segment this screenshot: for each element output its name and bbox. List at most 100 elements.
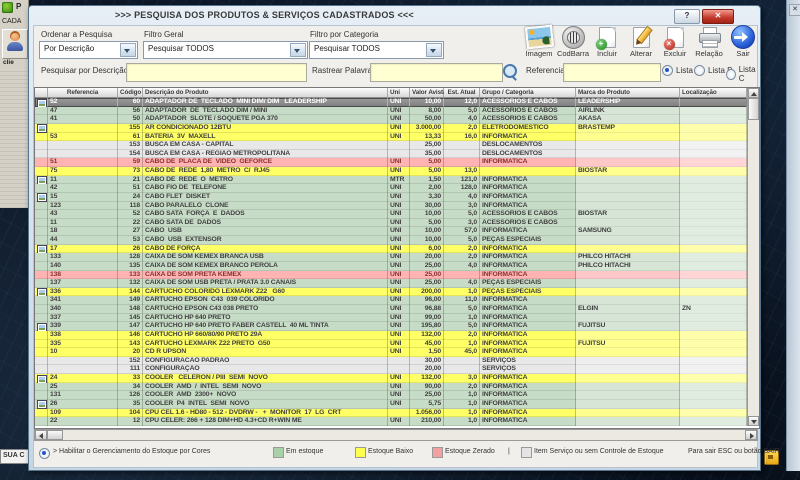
column-header-ref[interactable]: Referencia [48,88,118,98]
stock-colors-toggle[interactable] [39,448,50,459]
table-row[interactable]: 17 26 CABO DE FORÇA UNI 6,00 2,0 INFORMATICA [35,244,747,254]
table-row[interactable]: 26 35 COOLER P4 INTEL SEMI NOVO UNI 5,75 1,0 I… [35,399,747,409]
column-header-icon[interactable] [35,88,48,98]
v-scroll-thumb[interactable] [748,98,759,120]
cell-cod: 60 [118,98,143,107]
referencia-input[interactable] [563,63,661,82]
column-header-cod[interactable]: Código [118,88,143,98]
ordenar-dropdown[interactable]: Por Descrição [39,41,138,59]
filtro-geral-dropdown[interactable]: Pesquisar TODOS [143,41,308,59]
menu-cadastros[interactable]: CADA [2,18,21,25]
imagem-button[interactable]: Imagem [522,24,556,62]
cell-grupo: DESLOCAMENTOS [480,141,576,150]
table-row[interactable]: 41 50 ADAPTADOR SLOTE / SOQUETE PGA 370 UNI… [35,115,747,124]
v-scrollbar[interactable] [747,88,759,426]
table-row[interactable]: 43 52 CABO SATA FORÇA E DADOS UNI 10,00 5,0 AC… [35,210,747,219]
table-row[interactable]: 51 59 CABO DE PLACA DE VIDEO GEFORCE UNI 5,0… [35,158,747,167]
excluir-button[interactable]: × Excluir [658,24,692,62]
table-row[interactable]: 123 118 CABO PARALELO CLONE UNI 30,00 3,0 INFO… [35,201,747,211]
descricao-search-input[interactable] [126,63,307,82]
table-row[interactable]: 24 33 COOLER CELERON / PIII SEMI NOVO UNI 13… [35,374,747,383]
sair-button[interactable]: Sair [726,24,760,62]
table-row[interactable]: 335 143 CARTUCHO LEXMARK Z22 PRETO G50 UNI 4… [35,339,747,349]
cell-ref: 123 [48,201,118,211]
table-row[interactable]: 47 56 ADAPTADOR DE TECLADO DIM / MINI UNI 8,… [35,106,747,116]
clients-button[interactable] [2,29,28,59]
cell-est: 5,0 [444,210,480,219]
scroll-down-icon[interactable] [748,416,759,426]
table-row[interactable]: 152 CONFIGURACAO PADRAO 30,00 SERVIÇOS [35,356,747,366]
chevron-down-icon[interactable] [120,43,136,57]
help-button[interactable]: ? [674,9,700,24]
h-scroll-thumb[interactable] [47,430,63,440]
table-row[interactable]: 52 60 ADAPTADOR DE TECLADO MINI DIM/ DIM L… [35,98,747,107]
table-row[interactable]: 111 CONFIGURAÇÃO 20,00 SERVIÇOS [35,365,747,374]
column-header-uni[interactable]: Uni [388,88,410,98]
table-header[interactable]: Referencia Código Descrição do Produto Uni V… [35,88,747,98]
table-row[interactable]: 133 128 CAIXA DE SOM KEMEX BRANCA USB UNI 20… [35,253,747,262]
table-row[interactable]: 75 73 CABO DE REDE 1,80 METRO C/ RJ45 UNI 5,… [35,167,747,176]
search-icon[interactable] [503,64,517,78]
table-row[interactable]: 153 BUSCA EM CASA - CAPITAL 25,00 DESLOCAME… [35,141,747,150]
alterar-button[interactable]: Alterar [624,24,658,62]
chevron-down-icon[interactable] [290,43,306,57]
table-row[interactable]: 53 61 BATERIA 3V MAXELL UNI 13,33 16,0 INFORMA… [35,132,747,142]
incluir-button[interactable]: + Incluir [590,24,624,62]
column-header-valor[interactable]: Valor Avista [410,88,446,98]
cell-cod: 53 [118,236,143,245]
table-row[interactable]: 18 27 CABO USB UNI 10,00 57,0 INFORMATICA SAMSU… [35,227,747,236]
table-row[interactable]: 15 24 CABO FLET DISKET UNI 3,30 4,0 INFORMATIC… [35,192,747,202]
table-row[interactable]: 338 146 CARTUCHO HP 660/80/90 PRETO 29A UNI… [35,330,747,340]
codbarra-button[interactable]: CodBarra [556,24,590,62]
table-row[interactable]: 44 53 CABO USB EXTENSOR UNI 10,00 5,0 PEÇAS ES… [35,236,747,245]
h-scrollbar[interactable] [34,429,758,441]
cell-img [35,374,48,383]
table-row[interactable]: 42 51 CABO FIO DE TELEFONE UNI 2,00 128,0 INFO… [35,184,747,193]
table-row[interactable]: 337 145 CARTUCHO HP 640 PRETO UNI 99,00 1,0 IN… [35,313,747,323]
barcode-icon [561,25,585,49]
column-header-est[interactable]: Est. Atual [444,88,480,98]
table-row[interactable]: 25 34 COOLER AMD / INTEL SEMI NOVO UNI 90,00… [35,382,747,392]
column-header-grupo[interactable]: Grupo / Categoria [480,88,576,98]
toolbar: Imagem CodBarra + Incluir Alterar × Excl… [522,24,760,62]
chevron-down-icon[interactable] [426,43,442,57]
cell-cod: 149 [118,296,143,305]
scroll-right-icon[interactable] [745,430,757,440]
titlebar[interactable]: >>> PESQUISA DOS PRODUTOS & SERVIÇOS CAD… [29,6,760,24]
cell-uni: UNI [388,287,410,297]
table-row[interactable]: 138 133 CAIXA DE SOM PRETA KEMEX UNI 25,00 IN… [35,270,747,280]
cell-loc [680,132,747,142]
column-header-marca[interactable]: Marca do Produto [576,88,680,98]
table-row[interactable]: 340 148 CARTUCHO EPSON C43 038 PRETO UNI 96,… [35,305,747,314]
table-row[interactable]: 11 21 CABO DE REDE O METRO MTR 1,50 121,0 INFO… [35,175,747,185]
table-row[interactable]: 131 126 COOLER AMD 2300+ NOVO UNI 25,00 1,0 IN… [35,391,747,400]
background-close-icon[interactable]: ✕ [789,4,800,16]
cell-valor: 10,00 [410,98,444,107]
table-row[interactable]: 109 104 CPU CEL 1.6 - HD80 - 512 - DVDRW -… [35,408,747,418]
table-row[interactable]: 155 AR CONDICIONADO 12BTU UNI 3.000,00 2,0 EL… [35,123,747,133]
categoria-dropdown[interactable]: Pesquisar TODOS [309,41,444,59]
table-row[interactable]: 10 20 CD R UPSON UNI 1,50 45,0 INFORMATICA [35,348,747,357]
table-row[interactable]: 336 144 CARTUCHO COLORIDO LEXMARK Z22 G60 U… [35,287,747,297]
lista-c-radio[interactable]: Lista C [726,65,760,83]
column-header-desc[interactable]: Descrição do Produto [143,88,388,98]
scroll-up-icon[interactable] [748,88,759,98]
scroll-left-icon[interactable] [35,430,47,440]
cell-ref: 338 [48,330,118,340]
table-row[interactable]: 339 147 CARTUCHO HP 640 PRETO FABER CASTEL… [35,322,747,331]
cell-marca: FUJITSU [576,339,680,349]
table-row[interactable]: 154 BUSCA EM CASA - REGIAO METROPOLITANA 3… [35,149,747,159]
cell-cod: 118 [118,201,143,211]
table-row[interactable]: 22 12 CPU CELER: 266 + 128 DIM+HD 4.3+CD R… [35,417,747,426]
table-row[interactable]: 341 149 CARTUCHO EPSON C43 039 COLORIDO UNI… [35,296,747,305]
close-button[interactable]: ✕ [702,9,734,24]
cell-valor: 5,75 [410,399,444,409]
column-header-loc[interactable]: Localização [680,88,747,98]
rastrear-input[interactable] [370,63,503,82]
table-row[interactable]: 11 22 CABO SATA DE DADOS UNI 5,00 3,0 ACESSORI… [35,218,747,228]
table-row[interactable]: 137 132 CAIXA DE SOM USB PRETA / PRATA 3.0… [35,279,747,288]
table-row[interactable]: 140 135 CAIXA DE SOM KEMEX BRANCO PEROLA UN… [35,261,747,271]
relacao-button[interactable]: Relação [692,24,726,62]
cell-img [35,417,48,426]
cell-est: 3,0 [444,374,480,383]
